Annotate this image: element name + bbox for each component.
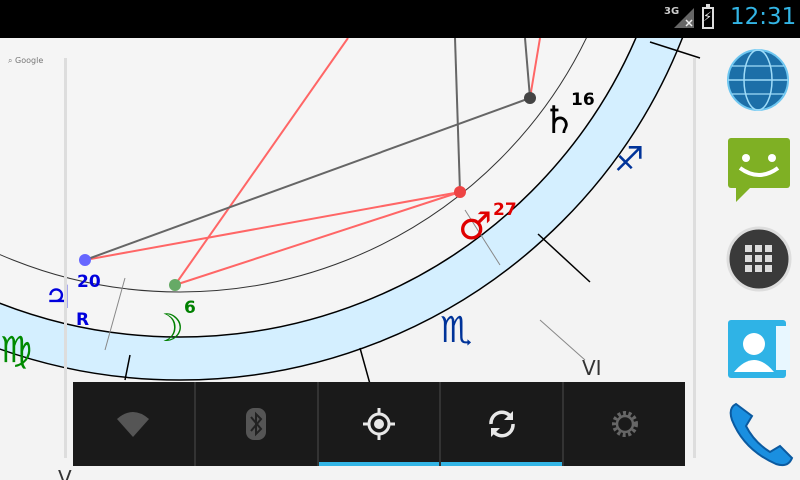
brightness-icon bbox=[611, 411, 638, 437]
gps-icon bbox=[362, 408, 395, 440]
wifi-icon bbox=[117, 412, 150, 437]
brightness-toggle[interactable] bbox=[564, 382, 685, 466]
house-cusp bbox=[539, 319, 586, 361]
status-clock: 12:31 bbox=[730, 4, 797, 30]
jupiter-retro: R bbox=[76, 310, 90, 330]
phone-icon[interactable] bbox=[726, 398, 796, 470]
mars-glyph: ♂ bbox=[458, 204, 493, 248]
moon-glyph: ☽ bbox=[150, 306, 185, 350]
bluetooth-toggle[interactable] bbox=[196, 382, 319, 466]
map-credit-text: Google bbox=[15, 56, 44, 65]
browser-icon[interactable] bbox=[726, 48, 790, 112]
mars-point bbox=[454, 186, 466, 198]
scorpio-icon: ♏ bbox=[440, 310, 473, 351]
sagittarius-icon: ♐ bbox=[614, 140, 645, 180]
quick-settings-bar bbox=[73, 382, 685, 466]
launcher-dock bbox=[710, 38, 800, 480]
house-label-v: V bbox=[58, 466, 72, 480]
sign-divider bbox=[359, 347, 371, 385]
search-icon: ⌕ bbox=[8, 56, 13, 65]
status-bar: 3G 12:31 bbox=[0, 0, 800, 38]
saturn-degree: 16 bbox=[571, 90, 595, 110]
gps-toggle[interactable] bbox=[318, 382, 442, 466]
map-credit: ⌕ Google bbox=[8, 56, 43, 66]
saturn-point bbox=[524, 92, 536, 104]
house-label-vi: VI bbox=[582, 356, 602, 380]
moon-point bbox=[169, 279, 181, 291]
app-drawer-icon[interactable] bbox=[726, 226, 792, 292]
wifi-toggle[interactable] bbox=[73, 382, 196, 466]
battery-charging-icon bbox=[702, 4, 714, 29]
bluetooth-icon bbox=[246, 408, 267, 440]
signal-icon bbox=[674, 8, 694, 28]
active-indicator bbox=[441, 462, 563, 466]
active-indicator bbox=[318, 462, 440, 466]
jupiter-glyph: ♃ bbox=[44, 278, 73, 316]
contacts-icon[interactable] bbox=[726, 316, 792, 382]
jupiter-point bbox=[79, 254, 91, 266]
mars-degree: 27 bbox=[493, 200, 517, 220]
sync-toggle[interactable] bbox=[441, 382, 565, 466]
right-scrollbar[interactable] bbox=[693, 58, 696, 458]
left-scrollbar[interactable] bbox=[64, 58, 67, 458]
messaging-icon[interactable] bbox=[726, 136, 792, 204]
moon-degree: 6 bbox=[184, 298, 196, 318]
jupiter-degree: 20 bbox=[77, 272, 101, 292]
virgo-icon: ♍ bbox=[0, 330, 33, 371]
sync-icon bbox=[489, 410, 515, 438]
sign-divider bbox=[537, 233, 591, 283]
